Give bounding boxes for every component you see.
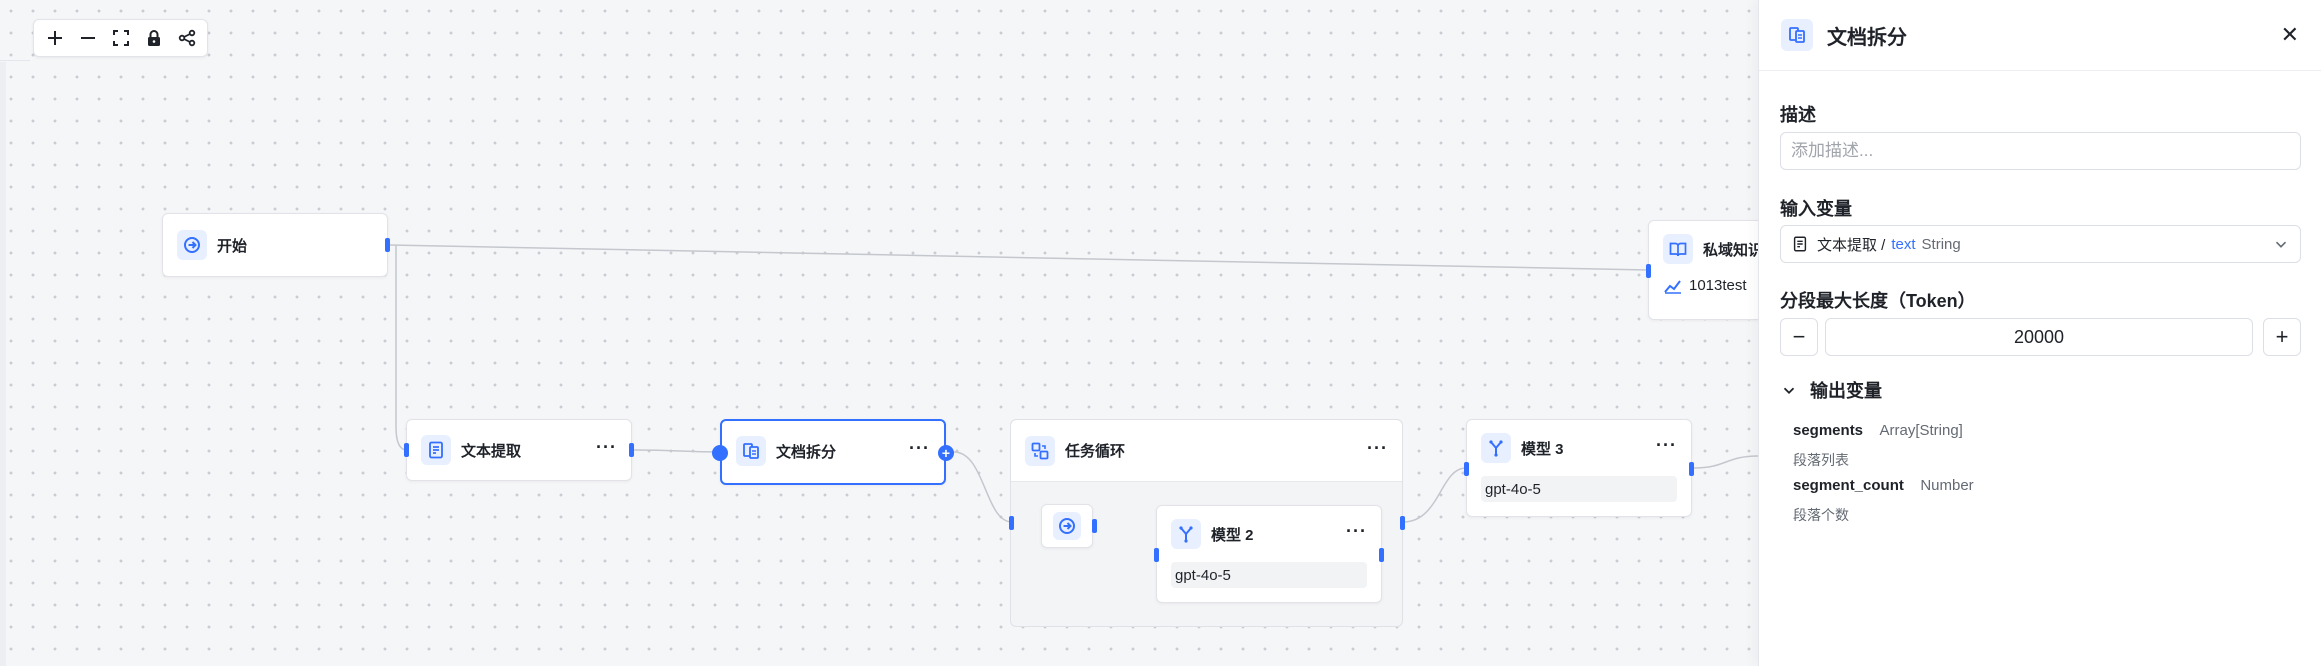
more-menu-button[interactable]: ··· [596, 438, 617, 458]
document-icon [1793, 236, 1807, 252]
more-menu-button[interactable]: ··· [1367, 439, 1388, 459]
zoom-in-button[interactable] [38, 23, 71, 53]
node-model-3[interactable]: 模型 3 ··· gpt-4o-5 [1464, 419, 1694, 517]
output-description: 段落个数 [1793, 507, 1849, 523]
description-label: 描述 [1780, 105, 1816, 125]
variable-type: String [1921, 235, 1961, 253]
output-variables-label: 输出变量 [1810, 381, 1882, 401]
node-title: 私域知识 [1703, 241, 1758, 259]
variable-name: text [1891, 235, 1916, 253]
output-variable-item: segment_count Number 段落个数 [1793, 477, 1974, 525]
increment-button[interactable]: + [2263, 318, 2301, 356]
output-name: segments [1793, 422, 1864, 439]
decrement-button[interactable]: − [1780, 318, 1818, 356]
chart-line-icon [1664, 279, 1681, 294]
node-title: 任务循环 [1065, 443, 1126, 460]
canvas-toolbar [33, 19, 208, 57]
loop-icon [1025, 435, 1055, 466]
output-port[interactable] [1400, 516, 1405, 530]
close-icon[interactable]: ✕ [2281, 22, 2299, 48]
auto-layout-button[interactable] [170, 23, 203, 53]
edge-start-knowledge [389, 244, 1649, 271]
input-port[interactable] [712, 445, 728, 461]
output-variables-toggle[interactable]: 输出变量 [1780, 377, 1882, 403]
plus-icon [47, 31, 62, 45]
model-icon [1481, 433, 1511, 463]
start-icon [177, 230, 207, 260]
input-port[interactable] [1154, 548, 1159, 562]
chevron-down-icon [1783, 387, 1795, 394]
lock-button[interactable] [137, 23, 170, 53]
panel-title: 文档拆分 [1827, 26, 1907, 49]
node-doc-split[interactable]: 文档拆分 ··· + [712, 419, 954, 485]
canvas-divider [0, 60, 30, 61]
output-port[interactable] [1092, 519, 1097, 533]
output-port[interactable] [1379, 548, 1384, 562]
knowledge-base-item: 1013test [1649, 277, 1758, 294]
more-menu-button[interactable]: ··· [1656, 436, 1677, 456]
edge-text-extract-doc-split [633, 449, 723, 453]
max-length-input[interactable]: 20000 [1825, 318, 2253, 356]
chevron-down-icon [2275, 241, 2287, 248]
output-type: Array[String] [1879, 422, 1963, 439]
fit-view-button[interactable] [104, 23, 137, 53]
node-title: 文本提取 [461, 442, 522, 460]
output-type: Number [1920, 477, 1974, 494]
node-model-2[interactable]: 模型 2 ··· gpt-4o-5 [1154, 505, 1384, 603]
node-task-loop[interactable]: 任务循环 ··· 模型 2 ··· gpt-4o-5 [1009, 419, 1405, 627]
output-port[interactable] [385, 238, 390, 252]
split-document-icon [1781, 19, 1813, 51]
node-title: 文档拆分 [776, 443, 837, 461]
more-menu-button[interactable]: ··· [909, 439, 930, 459]
node-start[interactable]: 开始 [162, 213, 390, 277]
input-port[interactable] [1646, 264, 1651, 278]
description-field[interactable] [1780, 132, 2301, 170]
model-name: gpt-4o-5 [1481, 476, 1677, 502]
knowledge-base-name: 1013test [1689, 277, 1747, 294]
output-port[interactable] [1689, 462, 1694, 476]
node-title: 模型 3 [1521, 440, 1564, 458]
max-length-label: 分段最大长度（Token） [1780, 291, 1976, 311]
workflow-canvas[interactable]: 开始 文本提取 ··· 文档拆分 ··· + 任务循环 ··· 模型 2 ···… [0, 0, 1758, 666]
fullscreen-icon [112, 30, 129, 46]
node-config-panel: 文档拆分 ✕ 描述 输入变量 文本提取 / text String 分段最大长度… [1758, 0, 2321, 666]
variable-source: 文本提取 / [1817, 236, 1886, 254]
edge-start-text-extract [395, 245, 408, 451]
split-document-icon [736, 436, 766, 466]
node-text-extract[interactable]: 文本提取 ··· [404, 419, 634, 481]
more-menu-button[interactable]: ··· [1346, 522, 1367, 542]
add-node-button[interactable]: + [938, 445, 954, 461]
input-port[interactable] [404, 443, 409, 457]
node-title: 模型 2 [1211, 526, 1254, 544]
edge-task-loop-model3 [1402, 467, 1467, 523]
minus-icon [80, 37, 95, 39]
start-icon [1053, 512, 1081, 540]
output-description: 段落列表 [1793, 452, 1849, 468]
edge-layer [389, 244, 1758, 555]
edge-doc-split-task-loop [953, 451, 1013, 523]
edge-model3-out [1693, 455, 1758, 469]
description-input[interactable] [1791, 141, 2290, 161]
model-icon [1171, 519, 1201, 549]
node-title: 开始 [217, 237, 248, 255]
document-icon [421, 435, 451, 465]
lock-icon [147, 30, 160, 46]
book-icon [1663, 234, 1693, 264]
model-name: gpt-4o-5 [1171, 562, 1367, 588]
input-port[interactable] [1009, 516, 1014, 530]
input-variable-select[interactable]: 文本提取 / text String [1780, 225, 2301, 263]
input-port[interactable] [1464, 462, 1469, 476]
output-name: segment_count [1793, 477, 1904, 494]
input-variable-label: 输入变量 [1780, 199, 1852, 219]
panel-header: 文档拆分 ✕ [1759, 0, 2321, 71]
canvas-left-edge [0, 62, 6, 666]
layout-icon [178, 29, 195, 47]
loop-start-node[interactable] [1041, 504, 1097, 548]
zoom-out-button[interactable] [71, 23, 104, 53]
output-port[interactable] [629, 443, 634, 457]
node-private-knowledge[interactable]: 私域知识 1013test [1646, 220, 1758, 320]
output-variable-item: segments Array[String] 段落列表 [1793, 422, 1963, 470]
selected-variable: 文本提取 / text String [1791, 234, 1961, 255]
